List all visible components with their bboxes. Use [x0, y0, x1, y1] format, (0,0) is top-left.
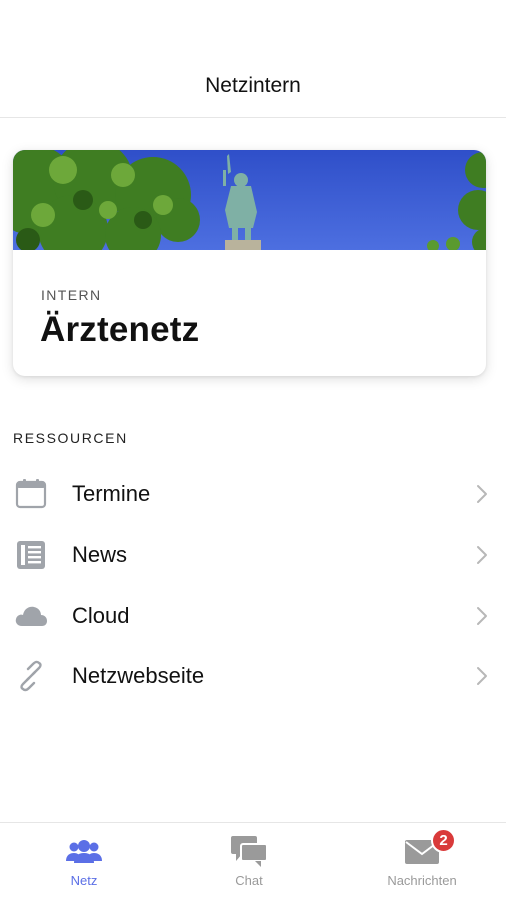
tab-chat[interactable]: Chat	[165, 823, 333, 900]
tab-nachrichten[interactable]: 2 Nachrichten	[338, 823, 506, 900]
list-item-netzwebseite[interactable]: Netzwebseite	[0, 646, 506, 706]
list-item-label: Netzwebseite	[72, 663, 205, 688]
chevron-right-icon	[474, 482, 490, 506]
envelope-icon	[338, 835, 506, 869]
tab-label: Chat	[235, 873, 263, 888]
unread-badge: 2	[431, 828, 456, 853]
network-card[interactable]: INTERN Ärztenetz	[13, 150, 486, 376]
page-title: Netzintern	[205, 74, 301, 97]
card-eyebrow: INTERN	[41, 287, 102, 303]
newspaper-icon	[14, 538, 48, 572]
chevron-right-icon	[474, 664, 490, 688]
link-icon	[14, 659, 48, 693]
list-item-termine[interactable]: Termine	[0, 464, 506, 524]
list-item-news[interactable]: News	[0, 525, 506, 585]
tab-bar: Netz Chat 2 Nachrichten	[0, 822, 506, 900]
cloud-icon	[14, 599, 48, 633]
chevron-right-icon	[474, 604, 490, 628]
navigation-bar: Netzintern	[0, 0, 506, 118]
list-item-label: News	[72, 542, 128, 567]
chevron-right-icon	[474, 543, 490, 567]
chat-icon	[165, 835, 333, 869]
tab-label: Netz	[70, 873, 98, 888]
card-header-image	[13, 150, 486, 250]
list-item-cloud[interactable]: Cloud	[0, 586, 506, 646]
section-header-resources: RESSOURCEN	[13, 430, 128, 446]
tab-label: Nachrichten	[387, 873, 457, 888]
calendar-icon	[14, 477, 48, 511]
people-icon	[0, 835, 168, 869]
card-title: Ärztenetz	[40, 310, 200, 349]
list-item-label: Cloud	[72, 603, 130, 628]
list-item-label: Termine	[72, 481, 151, 506]
tab-netz[interactable]: Netz	[0, 823, 168, 900]
